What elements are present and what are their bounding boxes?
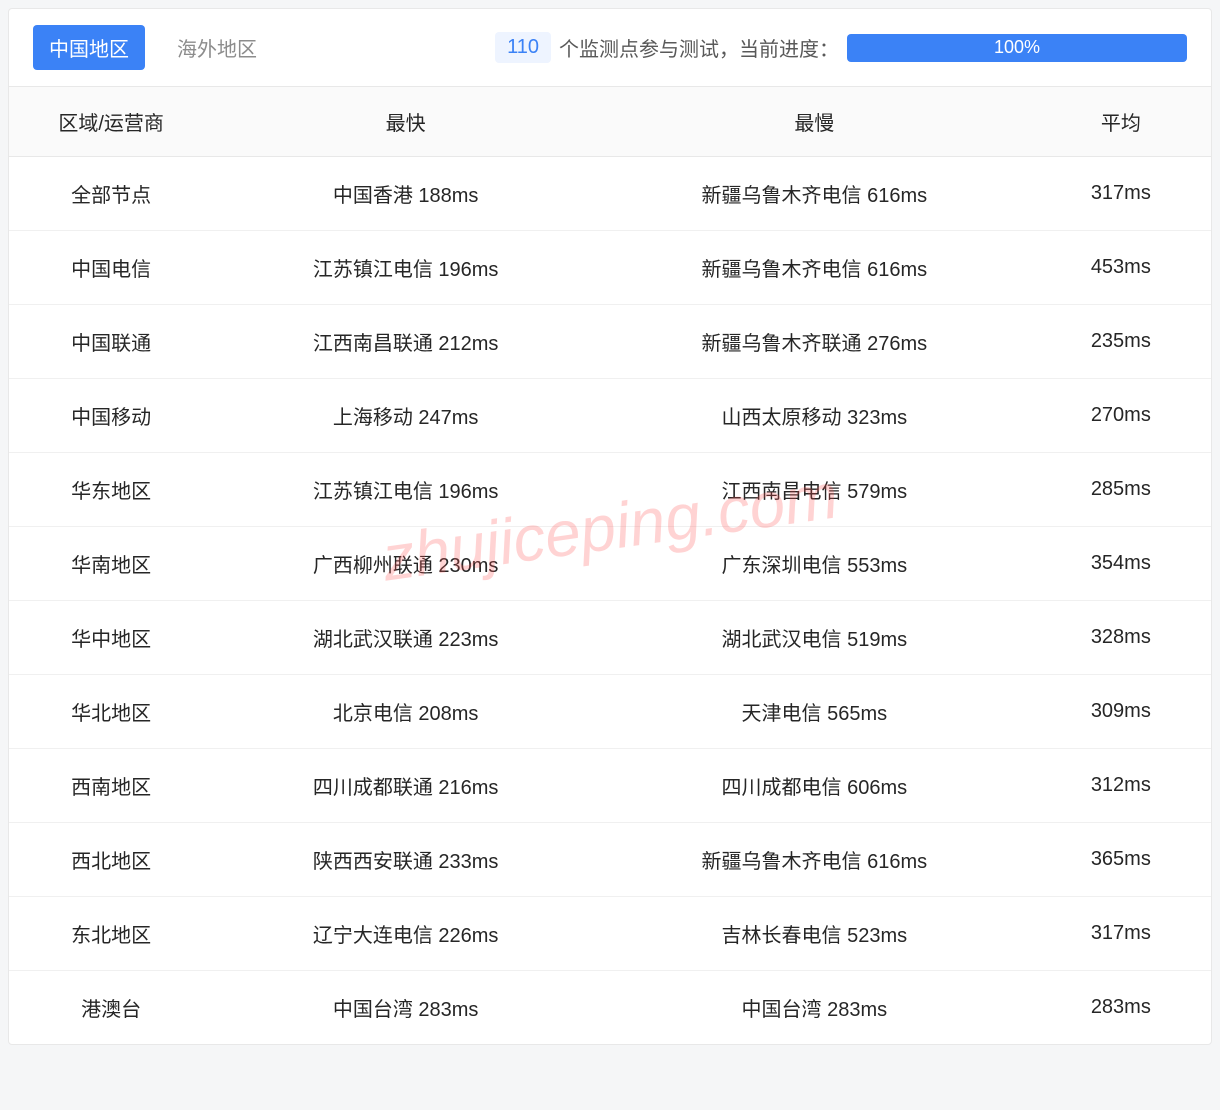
cell-fastest: 江西南昌联通 212ms [213,305,598,379]
cell-average: 309ms [1031,675,1211,749]
cell-slowest: 新疆乌鲁木齐电信 616ms [598,157,1031,231]
table-row: 华东地区 江苏镇江电信 196ms 江西南昌电信 579ms 285ms [9,453,1211,527]
cell-region: 华东地区 [9,453,213,527]
cell-average: 453ms [1031,231,1211,305]
cell-slowest: 新疆乌鲁木齐电信 616ms [598,231,1031,305]
col-region-header: 区域/运营商 [9,87,213,157]
status-description: 个监测点参与测试，当前进度： [559,33,839,62]
cell-fastest: 四川成都联通 216ms [213,749,598,823]
cell-fastest: 上海移动 247ms [213,379,598,453]
cell-average: 270ms [1031,379,1211,453]
progress-bar-container: 100% [847,34,1187,62]
main-panel: 中国地区 海外地区 110 个监测点参与测试，当前进度： 100% 区域/运营商… [8,8,1212,1045]
cell-region: 西南地区 [9,749,213,823]
status-area: 110 个监测点参与测试，当前进度： 100% [495,32,1187,63]
cell-region: 中国电信 [9,231,213,305]
col-slowest-header: 最慢 [598,87,1031,157]
cell-slowest: 新疆乌鲁木齐联通 276ms [598,305,1031,379]
table-row: 中国电信 江苏镇江电信 196ms 新疆乌鲁木齐电信 616ms 453ms [9,231,1211,305]
cell-fastest: 中国台湾 283ms [213,971,598,1045]
cell-region: 华北地区 [9,675,213,749]
cell-average: 235ms [1031,305,1211,379]
cell-region: 东北地区 [9,897,213,971]
cell-slowest: 四川成都电信 606ms [598,749,1031,823]
cell-slowest: 江西南昌电信 579ms [598,453,1031,527]
cell-average: 283ms [1031,971,1211,1045]
cell-region: 港澳台 [9,971,213,1045]
cell-region: 西北地区 [9,823,213,897]
tab-overseas-region[interactable]: 海外地区 [161,25,273,70]
table-row: 港澳台 中国台湾 283ms 中国台湾 283ms 283ms [9,971,1211,1045]
cell-average: 317ms [1031,157,1211,231]
cell-region: 中国移动 [9,379,213,453]
cell-slowest: 山西太原移动 323ms [598,379,1031,453]
cell-average: 328ms [1031,601,1211,675]
cell-fastest: 江苏镇江电信 196ms [213,231,598,305]
table-row: 全部节点 中国香港 188ms 新疆乌鲁木齐电信 616ms 317ms [9,157,1211,231]
cell-slowest: 天津电信 565ms [598,675,1031,749]
cell-region: 华中地区 [9,601,213,675]
cell-region: 中国联通 [9,305,213,379]
cell-fastest: 中国香港 188ms [213,157,598,231]
cell-fastest: 辽宁大连电信 226ms [213,897,598,971]
table-row: 西南地区 四川成都联通 216ms 四川成都电信 606ms 312ms [9,749,1211,823]
cell-slowest: 广东深圳电信 553ms [598,527,1031,601]
cell-slowest: 湖北武汉电信 519ms [598,601,1031,675]
progress-bar-fill: 100% [847,34,1187,62]
cell-region: 全部节点 [9,157,213,231]
cell-fastest: 北京电信 208ms [213,675,598,749]
cell-fastest: 广西柳州联通 230ms [213,527,598,601]
cell-slowest: 新疆乌鲁木齐电信 616ms [598,823,1031,897]
header-bar: 中国地区 海外地区 110 个监测点参与测试，当前进度： 100% [9,9,1211,87]
table-body: 全部节点 中国香港 188ms 新疆乌鲁木齐电信 616ms 317ms 中国电… [9,157,1211,1045]
table-row: 华中地区 湖北武汉联通 223ms 湖北武汉电信 519ms 328ms [9,601,1211,675]
cell-fastest: 陕西西安联通 233ms [213,823,598,897]
cell-average: 365ms [1031,823,1211,897]
cell-slowest: 吉林长春电信 523ms [598,897,1031,971]
cell-region: 华南地区 [9,527,213,601]
table-row: 华北地区 北京电信 208ms 天津电信 565ms 309ms [9,675,1211,749]
cell-average: 285ms [1031,453,1211,527]
cell-fastest: 江苏镇江电信 196ms [213,453,598,527]
cell-fastest: 湖北武汉联通 223ms [213,601,598,675]
table-header-row: 区域/运营商 最快 最慢 平均 [9,87,1211,157]
table-row: 华南地区 广西柳州联通 230ms 广东深圳电信 553ms 354ms [9,527,1211,601]
table-row: 东北地区 辽宁大连电信 226ms 吉林长春电信 523ms 317ms [9,897,1211,971]
cell-slowest: 中国台湾 283ms [598,971,1031,1045]
col-fastest-header: 最快 [213,87,598,157]
cell-average: 312ms [1031,749,1211,823]
table-row: 中国移动 上海移动 247ms 山西太原移动 323ms 270ms [9,379,1211,453]
tab-china-region[interactable]: 中国地区 [33,25,145,70]
table-row: 西北地区 陕西西安联通 233ms 新疆乌鲁木齐电信 616ms 365ms [9,823,1211,897]
region-tabs: 中国地区 海外地区 [33,25,273,70]
cell-average: 317ms [1031,897,1211,971]
col-average-header: 平均 [1031,87,1211,157]
monitor-count-badge: 110 [495,32,551,63]
table-row: 中国联通 江西南昌联通 212ms 新疆乌鲁木齐联通 276ms 235ms [9,305,1211,379]
latency-table: 区域/运营商 最快 最慢 平均 全部节点 中国香港 188ms 新疆乌鲁木齐电信… [9,87,1211,1044]
cell-average: 354ms [1031,527,1211,601]
